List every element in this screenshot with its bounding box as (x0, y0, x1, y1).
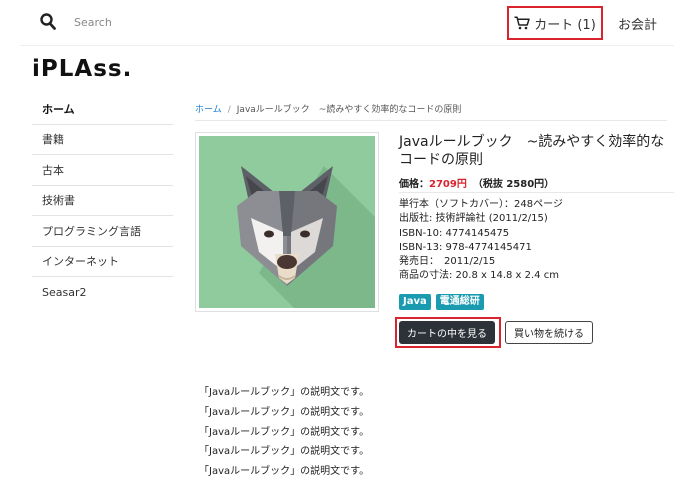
description-line: 「Javaルールブック」の説明文です。 (199, 446, 370, 458)
cart-button[interactable]: カート (1) (507, 6, 603, 40)
top-navbar: Search カート (1) お会計 (0, 0, 694, 46)
shopping-cart-icon (514, 16, 530, 30)
spec-dimensions: 商品の寸法: 20.8 x 14.8 x 2.4 cm (399, 270, 559, 282)
tag-publisher[interactable]: 電通総研 (435, 294, 484, 310)
spec-binding: 単行本（ソフトカバー）：248ページ (399, 199, 563, 210)
description-line: 「Javaルールブック」の説明文です。 (199, 406, 370, 418)
checkout-link[interactable]: お会計 (618, 14, 657, 33)
breadcrumb-divider (195, 120, 667, 121)
breadcrumb-current: Javaルールブック ~読みやすく効率的なコードの原則 (236, 105, 462, 115)
tag-java[interactable]: Java (399, 294, 431, 310)
search-icon[interactable] (40, 13, 56, 31)
spec-release-date: 発売日： 2011/2/15 (399, 256, 496, 268)
price-row: 価格：2709円 （税抜 2580円） (399, 175, 554, 190)
description-line: 「Javaルールブック」の説明文です。 (199, 426, 370, 438)
spec-isbn10: ISBN-10: 4774145475 (399, 227, 510, 239)
search-input[interactable]: Search (74, 16, 112, 29)
view-cart-button[interactable]: カートの中を見る (399, 321, 495, 344)
sidebar-item-books[interactable]: 書籍 (32, 125, 173, 155)
product-description: 「Javaルールブック」の説明文です。 「Javaルールブック」の説明文です。 … (199, 383, 369, 482)
spec-publisher: 出版社: 技術評論社 (2011/2/15) (399, 213, 548, 225)
breadcrumb-home-link[interactable]: ホーム (195, 105, 222, 115)
product-specs: 単行本（ソフトカバー）：248ページ 出版社: 技術評論社 (2011/2/15… (399, 198, 563, 284)
product-title: Javaルールブック ~読みやすく効率的なコードの原則 (399, 134, 665, 168)
sidebar-item-used-books[interactable]: 古本 (32, 155, 173, 186)
breadcrumb-separator: / (227, 105, 231, 115)
price-tax: （税抜 2580円） (472, 179, 555, 190)
breadcrumb: ホーム / Javaルールブック ~読みやすく効率的なコードの原則 (195, 102, 461, 115)
spec-isbn13: ISBN-13: 978-4774145471 (399, 241, 532, 253)
specs-divider (399, 192, 674, 193)
sidebar-item-programming-languages[interactable]: プログラミング言語 (32, 216, 173, 247)
price-value: 2709円 (429, 179, 467, 190)
sidebar-item-seasar2[interactable]: Seasar2 (32, 277, 173, 308)
description-line: 「Javaルールブック」の説明文です。 (199, 466, 370, 478)
product-image (195, 132, 379, 312)
site-logo[interactable]: iPLAss. (32, 56, 132, 82)
cart-label: カート (1) (534, 17, 596, 33)
sidebar-item-home[interactable]: ホーム (32, 94, 173, 125)
wolf-icon (199, 136, 375, 308)
continue-shopping-button[interactable]: 買い物を続ける (505, 321, 593, 344)
price-label: 価格： (399, 179, 429, 190)
sidebar-item-internet[interactable]: インターネット (32, 247, 173, 277)
sidebar-nav: ホーム 書籍 古本 技術書 プログラミング言語 インターネット Seasar2 (32, 94, 173, 308)
description-line: 「Javaルールブック」の説明文です。 (199, 387, 370, 398)
header-divider (20, 45, 674, 46)
sidebar-item-tech-books[interactable]: 技術書 (32, 186, 173, 216)
product-tags: Java 電通総研 (399, 294, 484, 310)
